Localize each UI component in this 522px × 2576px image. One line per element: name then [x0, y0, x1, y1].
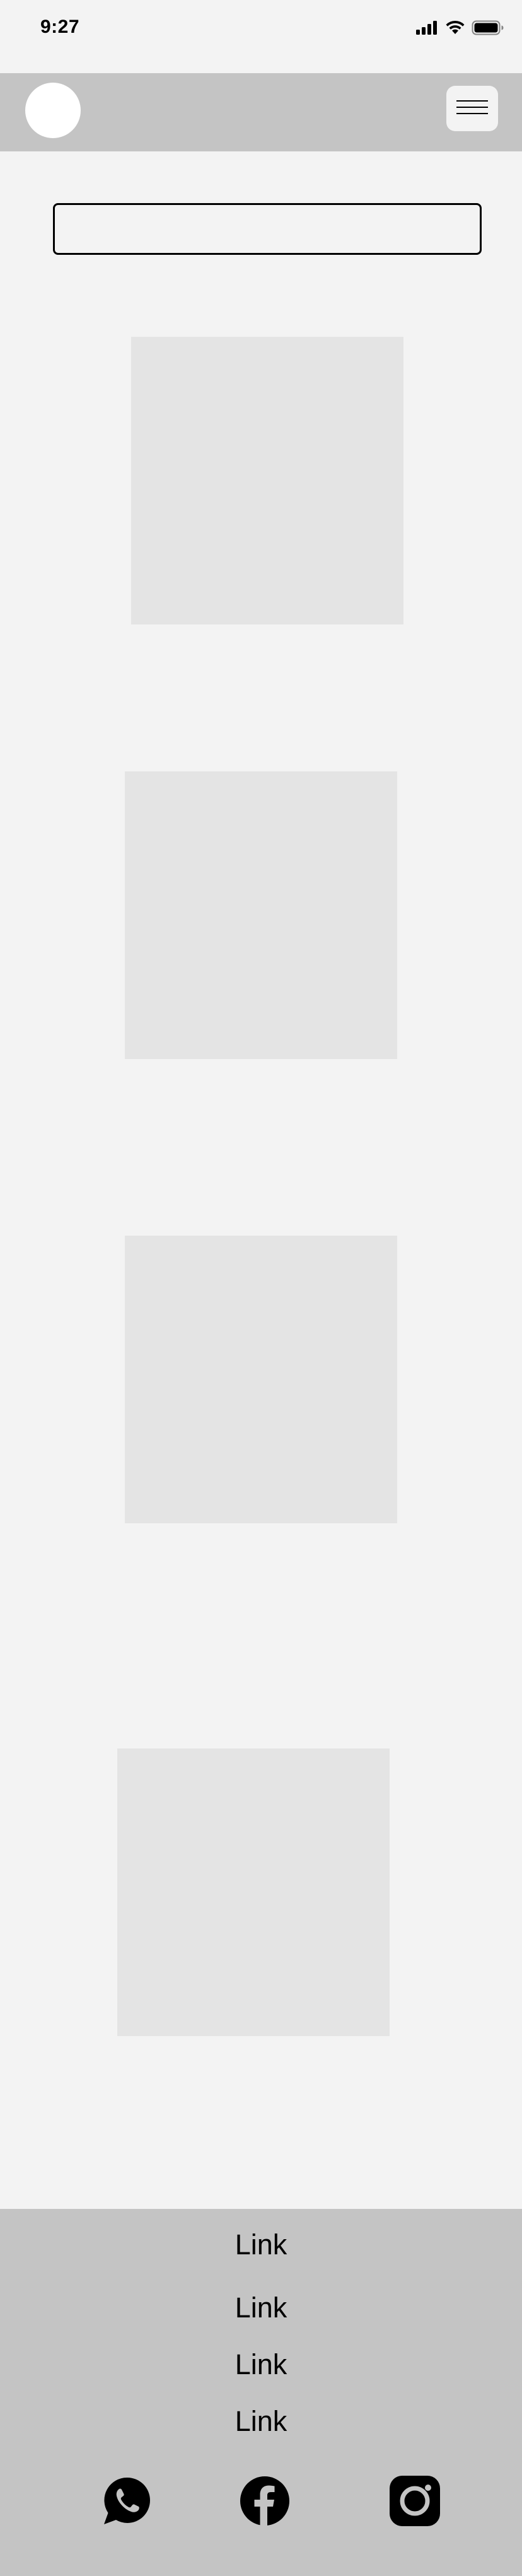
logo[interactable]	[25, 83, 81, 138]
image-placeholder-2	[125, 771, 397, 1059]
wifi-icon	[445, 20, 465, 38]
instagram-icon[interactable]	[390, 2476, 440, 2526]
hamburger-menu-icon	[456, 98, 488, 120]
image-placeholder-1	[131, 337, 403, 624]
header	[0, 73, 522, 151]
whatsapp-icon[interactable]	[102, 2476, 153, 2526]
image-placeholder-3	[125, 1236, 397, 1523]
footer-link-3[interactable]: Link	[0, 2350, 522, 2379]
image-placeholder-4	[117, 1748, 390, 2036]
footer-link-4[interactable]: Link	[0, 2407, 522, 2435]
status-bar: 9:27	[0, 0, 522, 73]
facebook-icon[interactable]	[240, 2476, 290, 2526]
cellular-signal-icon	[416, 21, 439, 38]
footer-link-2[interactable]: Link	[0, 2293, 522, 2322]
search-input[interactable]	[53, 203, 482, 255]
battery-icon	[472, 20, 504, 38]
footer-link-1[interactable]: Link	[0, 2230, 522, 2259]
menu-button[interactable]	[446, 86, 498, 131]
footer: Link Link Link Link	[0, 2209, 522, 2576]
status-time: 9:27	[40, 16, 80, 37]
status-icons	[416, 20, 504, 38]
